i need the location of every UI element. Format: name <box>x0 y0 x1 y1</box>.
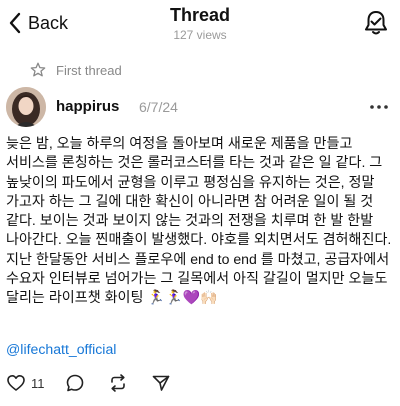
avatar[interactable] <box>6 87 46 127</box>
first-thread-label: First thread <box>30 61 122 79</box>
share-button[interactable] <box>151 372 171 394</box>
like-count: 11 <box>31 375 45 391</box>
avatar-image <box>6 87 46 127</box>
star-icon <box>30 62 46 77</box>
comment-icon <box>66 374 83 392</box>
send-icon <box>152 375 169 391</box>
post-date: 6/7/24 <box>139 99 178 115</box>
view-count: 127 views <box>173 28 227 42</box>
bell-icon <box>365 11 387 35</box>
heart-icon <box>7 375 25 391</box>
title-block: Thread 127 views <box>0 4 400 43</box>
repost-icon <box>110 374 125 392</box>
first-thread-text: First thread <box>56 62 122 78</box>
like-button[interactable]: 11 <box>6 372 45 394</box>
comment-button[interactable] <box>65 372 85 394</box>
post-actions: 11 <box>6 372 171 394</box>
page-title: Thread <box>169 5 230 25</box>
mention-link[interactable]: @lifechatt_official <box>6 340 116 359</box>
post-body: 늦은 밤, 오늘 하루의 여정을 돌아보며 새로운 제품을 만들고 서비스를 론… <box>6 135 392 306</box>
more-horizontal-icon <box>370 105 388 109</box>
repost-button[interactable] <box>108 372 128 394</box>
more-button[interactable] <box>368 100 390 114</box>
username[interactable]: happirus <box>56 98 119 115</box>
notification-button[interactable] <box>362 9 390 37</box>
thread-header: Back Thread 127 views <box>0 0 400 48</box>
